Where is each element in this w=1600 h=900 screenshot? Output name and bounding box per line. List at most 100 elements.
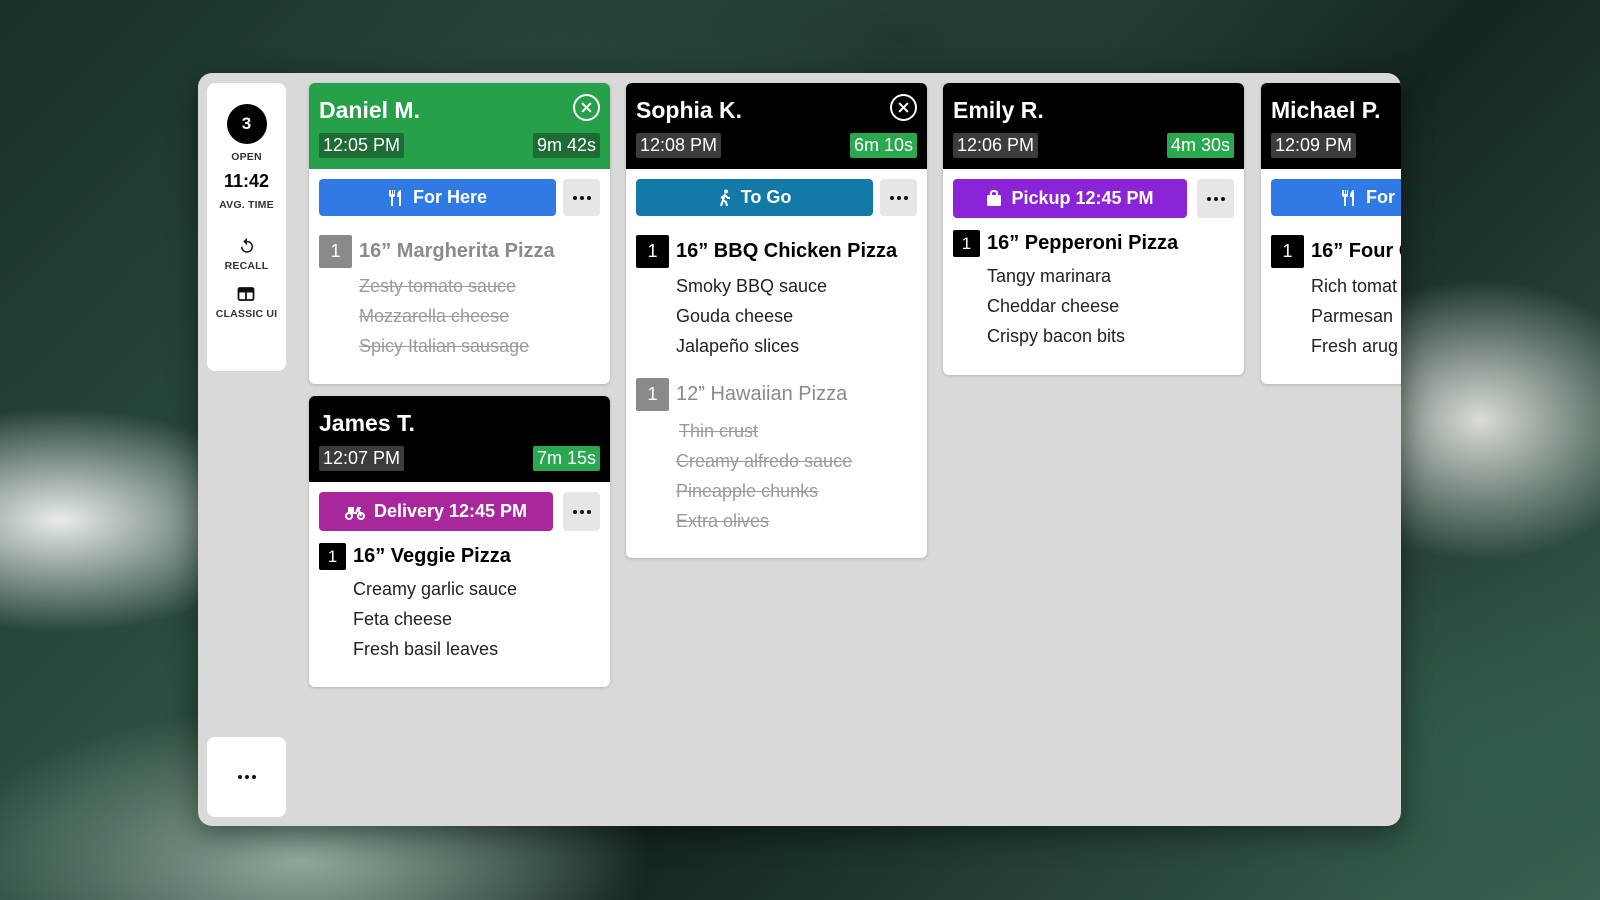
more-dots-icon [237,775,256,779]
close-icon [581,102,592,113]
item-quantity: 1 [636,235,669,268]
order-more-button[interactable] [880,179,917,216]
item-modifier: Mozzarella cheese [359,306,510,326]
close-order-button[interactable] [890,94,917,121]
item-modifier: Spicy Italian sausage [359,336,530,356]
item-name: 12” Hawaiian Pizza [676,383,848,405]
close-icon [898,102,909,113]
order-type-button[interactable]: Pickup 12:45 PM [953,179,1187,218]
order-header: Sophia K. 12:08 PM 6m 10s [626,83,927,169]
customer-name: Michael P. [1271,97,1381,123]
item-modifier: Pineapple chunks [676,481,819,501]
open-count-badge: 3 [226,104,267,144]
kitchen-display-window: 3 OPEN 11:42 AVG. TIME RECALL CLASSIC UI… [198,73,1401,826]
order-card-sophia[interactable]: Sophia K. 12:08 PM 6m 10s To Go 1 16” BB… [626,83,927,558]
item-modifier: Zesty tomato sauce [359,276,517,296]
item-modifier: Creamy alfredo sauce [676,451,853,471]
elapsed-timer: 4m 30s [1166,133,1234,158]
scooter-icon [344,506,365,520]
order-item[interactable]: 1 16” Four C Rich tomat Parmesan Fresh a… [1261,235,1401,361]
order-more-button[interactable] [1197,179,1234,218]
order-header: James T. 12:07 PM 7m 15s [309,396,610,482]
order-type-label: Delivery 12:45 PM [373,501,528,521]
order-type-label: Pickup 12:45 PM [1011,188,1154,208]
order-time: 12:05 PM [319,133,405,158]
item-quantity: 1 [319,235,352,268]
order-item[interactable]: 1 12” Hawaiian Pizza Thin crust Creamy a… [626,378,927,536]
order-card-michael[interactable]: Michael P. 12:09 PM For 1 16” Four C Ric… [1261,83,1401,384]
item-modifier: Crispy bacon bits [987,326,1126,346]
item-modifier: Thin crust [679,421,759,441]
shopping-bag-icon [987,190,1002,206]
order-item[interactable]: 1 16” Veggie Pizza Creamy garlic sauce F… [309,543,610,664]
order-more-button[interactable] [563,492,600,531]
order-card-james[interactable]: James T. 12:07 PM 7m 15s Delivery 12:45 … [309,396,610,687]
more-dots-icon [1206,196,1225,201]
item-modifier: Gouda cheese [676,306,794,326]
customer-name: Daniel M. [319,97,420,123]
close-order-button[interactable] [573,94,600,121]
avg-time-label: AVG. TIME [219,199,274,211]
item-quantity: 1 [636,378,669,411]
classic-ui-label: CLASSIC UI [215,308,278,320]
order-type-label: For [1366,187,1395,207]
order-type-label: To Go [740,187,792,207]
order-type-button[interactable]: For [1271,179,1401,216]
elapsed-timer: 7m 15s [532,446,600,471]
item-name: 16” Veggie Pizza [353,545,511,567]
classic-ui-icon [238,287,255,301]
customer-name: James T. [319,410,415,436]
recall-icon [240,237,253,253]
item-modifier: Creamy garlic sauce [353,579,518,599]
customer-name: Sophia K. [636,97,743,123]
order-header: Michael P. 12:09 PM [1261,83,1401,169]
order-time: 12:07 PM [319,446,405,471]
item-modifier: Cheddar cheese [987,296,1120,316]
more-dots-icon [572,195,591,200]
classic-ui-button[interactable]: CLASSIC UI [216,286,278,320]
sidebar-more-button[interactable] [207,737,286,817]
order-time: 12:08 PM [636,133,722,158]
item-modifier: Tangy marinara [987,266,1112,286]
item-modifier: Feta cheese [353,609,453,629]
item-name: 16” Pepperoni Pizza [987,232,1179,254]
order-type-button[interactable]: To Go [636,179,873,216]
item-modifier: Fresh basil leaves [353,639,499,659]
walking-person-icon [719,189,730,206]
item-modifier: Rich tomat [1311,276,1398,296]
order-item[interactable]: 1 16” BBQ Chicken Pizza Smoky BBQ sauce … [626,235,927,361]
avg-time-value: 11:42 [223,171,270,191]
order-item[interactable]: 1 16” Pepperoni Pizza Tangy marinara Che… [943,230,1244,351]
order-type-button[interactable]: For Here [319,179,556,216]
order-header: Emily R. 12:06 PM 4m 30s [943,83,1244,169]
order-card-daniel[interactable]: Daniel M. 12:05 PM 9m 42s For Here 1 16”… [309,83,610,384]
order-time: 12:06 PM [953,133,1039,158]
item-name: 16” BBQ Chicken Pizza [676,240,898,262]
order-card-emily[interactable]: Emily R. 12:06 PM 4m 30s Pickup 12:45 PM… [943,83,1244,375]
recall-label: RECALL [224,260,269,272]
customer-name: Emily R. [953,97,1044,123]
item-modifier: Parmesan [1311,306,1394,326]
item-quantity: 1 [319,543,346,570]
recall-button[interactable]: RECALL [225,237,269,272]
order-header: Daniel M. 12:05 PM 9m 42s [309,83,610,169]
order-more-button[interactable] [563,179,600,216]
item-modifier: Fresh arug [1311,336,1399,356]
item-modifier: Smoky BBQ sauce [676,276,828,296]
item-name: 16” Margherita Pizza [359,240,555,262]
more-dots-icon [572,509,591,514]
item-quantity: 1 [1271,235,1304,268]
item-name: 16” Four C [1311,240,1401,262]
fork-knife-icon [388,189,401,206]
order-item[interactable]: 1 16” Margherita Pizza Zesty tomato sauc… [309,235,610,361]
item-modifier: Jalapeño slices [676,336,800,356]
order-type-label: For Here [412,187,488,207]
elapsed-timer: 9m 42s [532,133,600,158]
order-type-button[interactable]: Delivery 12:45 PM [319,492,553,531]
order-time: 12:09 PM [1271,133,1357,158]
more-dots-icon [889,195,908,200]
fork-knife-icon [1342,189,1354,206]
open-label: OPEN [231,151,262,163]
elapsed-timer: 6m 10s [849,133,917,158]
item-quantity: 1 [953,230,980,257]
